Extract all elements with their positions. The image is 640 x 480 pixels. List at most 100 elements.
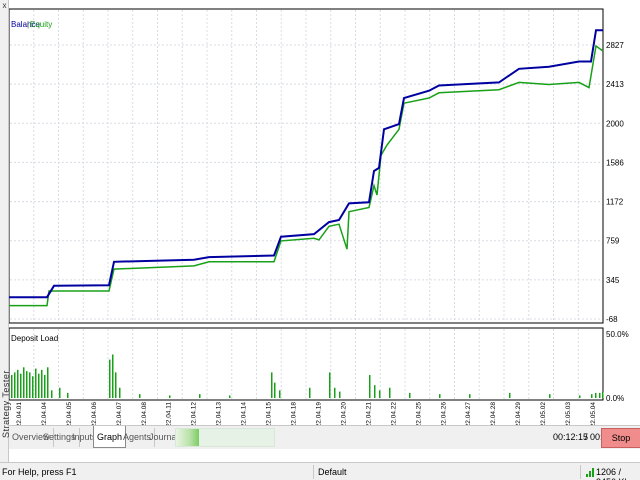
x-tick-label: 2022.04.14 [241,402,248,425]
legend-equity: Equity [30,20,52,29]
x-tick-label: 2022.04.13 [216,402,223,425]
x-tick-label: 2022.04.18 [291,402,298,425]
x-tick-label: 2022.04.27 [465,402,472,425]
x-tick-label: 2022.04.15 [266,402,273,425]
load-bar [579,395,581,398]
y-tick-label: 759 [606,237,620,246]
y-tick-label: 345 [606,276,620,285]
load-bar [591,394,593,398]
x-tick-label: 2022.04.12 [191,402,198,425]
status-divider [313,465,314,479]
x-tick-label: 2022.04.28 [490,402,497,425]
load-bar [139,394,141,398]
y-tick-label: 2000 [606,119,624,128]
load-bar [44,374,46,398]
close-icon[interactable]: x [1,2,8,10]
y-tick-label: 1586 [606,158,624,167]
strategy-tester-window: x Strategy Tester 2827 2413 2000 1586 1172 75… [0,0,640,480]
load-bar [51,390,53,398]
load-bar [469,394,471,398]
status-divider [580,465,581,479]
x-tick-label: 2022.04.22 [390,402,397,425]
x-tick-label: 2022.04.06 [91,402,98,425]
load-bar [389,387,391,398]
elapsed-time: 00:12:15 [553,432,589,442]
time-separator: / [585,432,588,442]
x-tick-label: 2022.05.02 [540,402,547,425]
load-bar [199,394,201,398]
load-bar [602,391,604,398]
status-traffic: 1206 / 3456 Kb [596,467,630,480]
x-tick-label: 2022.04.25 [415,402,422,425]
x-tick-label: 2022.04.26 [440,402,447,425]
status-bar: For Help, press F1 Default 1206 / 3456 K… [0,462,640,480]
tester-side-strip: x Strategy Tester [0,0,11,462]
load-bar [67,392,69,398]
load-bar [112,354,114,398]
y-tick-label: 0.0% [606,394,624,403]
load-bar [17,369,19,398]
load-bar [339,391,341,398]
tester-tabs-bar: Overview Settings Inputs Graph Agents Jo… [9,425,640,449]
x-tick-label: 2022.04.11 [166,402,173,425]
load-bar [32,376,34,398]
main-y-axis: 2827 2413 2000 1586 1172 759 345 -68 [606,41,624,324]
load-bar [229,395,231,398]
tester-chart-area: 28272413200015861172759345-68 Balance | … [9,8,629,425]
load-bar [309,387,311,398]
x-tick-label: 2022.05.04 [590,402,597,425]
load-bar [509,392,511,398]
load-bar [41,369,43,398]
y-tick-label: 2413 [606,80,624,89]
load-bar [38,373,40,398]
load-bar [169,395,171,398]
y-tick-label: 1172 [606,198,624,207]
x-tick-label: 2022.04.21 [365,402,372,425]
load-bar [379,390,381,398]
load-bar [334,387,336,398]
test-progress-bar [175,428,275,447]
load-x-axis: 2022.04.01 2022.04.04 2022.04.05 2022.04.06… [16,402,597,425]
deposit-load-chart: Deposit Load 50.0%0.0% 2022.04.01 2022.04… [9,327,629,425]
load-bar [115,372,117,398]
load-bar [20,373,22,398]
load-bar [59,387,61,398]
load-bar [23,367,25,398]
legend-separator: | [27,20,29,29]
load-bar [595,392,597,398]
signal-bars-icon [586,468,594,477]
load-bar [26,371,28,398]
deposit-load-title: Deposit Load [11,334,58,343]
y-tick-label: 50.0% [606,330,629,339]
y-tick-label: -68 [606,315,618,324]
x-tick-label: 2022.04.05 [66,402,73,425]
x-tick-label: 2022.04.20 [340,402,347,425]
status-help-text: For Help, press F1 [2,467,77,477]
load-bar [35,368,37,398]
load-bar [11,374,13,398]
x-tick-label: 2022.04.07 [116,402,123,425]
load-bar [274,382,276,398]
x-tick-label: 2022.04.29 [515,402,522,425]
load-bar [14,372,16,398]
x-tick-label: 2022.04.04 [41,402,48,425]
load-bar [47,367,49,398]
load-bar [409,392,411,398]
x-tick-label: 2022.04.19 [316,402,323,425]
x-tick-label: 2022.04.08 [141,402,148,425]
load-y-axis: 50.0% 0.0% [606,330,629,403]
load-bar [369,374,371,398]
x-tick-label: 2022.05.03 [565,402,572,425]
load-bar [439,394,441,398]
balance-equity-chart: 28272413200015861172759345-68 Balance | … [9,8,624,324]
load-bar [599,392,601,398]
load-bar [549,394,551,398]
x-tick-label: 2022.04.01 [16,402,23,425]
status-profile: Default [318,467,347,477]
test-progress-fill [176,429,199,446]
load-bar [329,372,331,398]
stop-button[interactable]: Stop [601,428,640,448]
load-bar [374,385,376,398]
load-bar [29,372,31,398]
load-bar [279,390,281,398]
